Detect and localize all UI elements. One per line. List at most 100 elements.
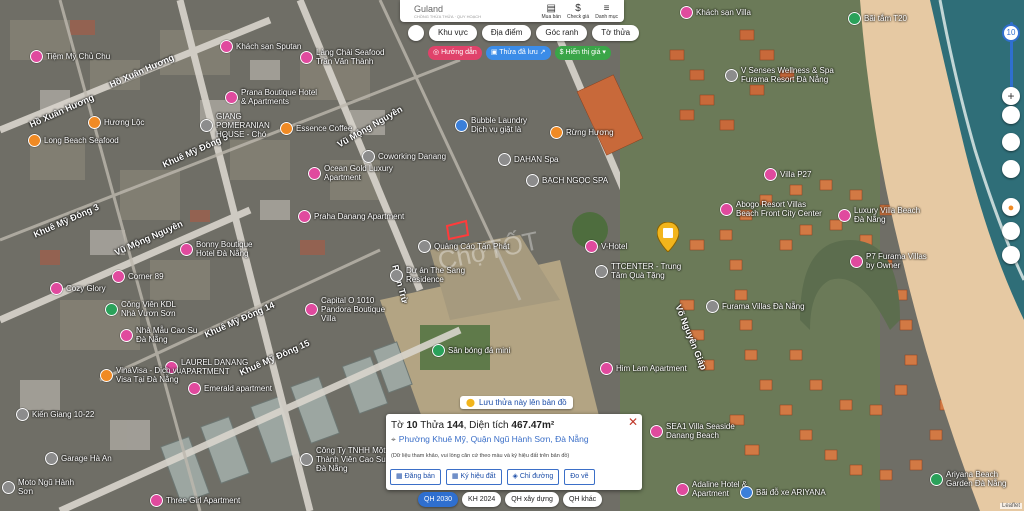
chip-area[interactable]: Khu vực: [429, 25, 477, 41]
tab-qh-2030[interactable]: QH 2030: [418, 492, 459, 507]
poi-marker[interactable]: Tiệm Mỳ Chủ Chu: [30, 50, 110, 63]
land-symbol-button[interactable]: ▦ Ký hiệu đất: [445, 469, 502, 485]
hotel-icon: [30, 50, 43, 63]
chip-place[interactable]: Địa điểm: [481, 25, 532, 41]
menu-check-price[interactable]: $ Check giá: [567, 3, 589, 20]
poi-marker[interactable]: Bubble Laundry Dịch vụ giặt là: [455, 116, 541, 134]
menu-categories[interactable]: ≡ Danh mục: [595, 3, 618, 20]
hotel-icon: [298, 210, 311, 223]
poi-marker[interactable]: Bãi đỗ xe ARIYANA: [740, 486, 826, 499]
gift-shop-icon: [595, 264, 608, 278]
hotel-icon: [706, 300, 719, 313]
layer-button-2[interactable]: [1002, 133, 1020, 151]
parking-icon: [740, 486, 753, 499]
location-icon: ⌖: [391, 434, 396, 444]
location-pin-icon[interactable]: [656, 221, 680, 257]
tab-qh-other[interactable]: QH khác: [562, 492, 603, 507]
poi-marker[interactable]: Nhà Mẫu Cao Su Đà Nẵng: [120, 326, 206, 344]
poi-marker[interactable]: V-Hotel: [585, 240, 627, 253]
brand-name: Guland: [414, 3, 444, 14]
post-sale-button[interactable]: ▦ Đăng bán: [390, 469, 441, 485]
logo[interactable]: Guland CHỒNG THỬA THỬA · QUY HOẠCH: [414, 4, 481, 19]
poi-marker[interactable]: VinaVisa - Dịch vụ Visa Tại Đà Nẵng: [100, 366, 196, 384]
measure-button[interactable]: Đo vẽ: [564, 469, 595, 485]
poi-marker[interactable]: Abogo Resort Villas Beach Front City Cen…: [720, 200, 826, 218]
poi-marker[interactable]: Him Lam Apartment: [600, 362, 687, 375]
saved-lots-button[interactable]: ▣ Thửa đã lưu ↗: [485, 46, 551, 60]
tab-qh-construction[interactable]: QH xây dựng: [505, 492, 559, 507]
poi-marker[interactable]: Ariyana Beach Garden Đà Nẵng: [930, 470, 1024, 488]
poi-marker[interactable]: Moto Ngũ Hành Sơn: [2, 478, 88, 496]
poi-marker[interactable]: Long Beach Seafood: [28, 134, 119, 147]
poi-marker[interactable]: Bãi tắm T20: [848, 12, 907, 25]
show-price-toggle[interactable]: $ Hiển thị giá ▾: [554, 46, 611, 60]
save-lot-button[interactable]: ⬤ Lưu thửa này lên bản đồ: [460, 396, 573, 409]
poi-marker[interactable]: Praha Danang Apartment: [298, 210, 404, 223]
poi-marker[interactable]: Kiến Giang 10-22: [16, 408, 94, 421]
hotel-icon: [225, 90, 238, 104]
external-link-icon: ↗: [537, 49, 546, 56]
hotel-icon: [720, 202, 733, 216]
poi-marker[interactable]: DAHAN Spa: [498, 153, 558, 166]
poi-marker[interactable]: Làng Chài Seafood Trần Văn Thành: [300, 48, 386, 66]
poi-marker[interactable]: Quảng Cáo Tấn Phát: [418, 240, 509, 253]
poi-marker[interactable]: Capital O 1010 Pandora Boutique Villa: [305, 296, 401, 323]
poi-marker[interactable]: Bonny Boutique Hotel Đà Nẵng: [180, 240, 266, 258]
poi-marker[interactable]: V Senses Wellness & Spa Furama Resort Đà…: [725, 66, 841, 84]
poi-marker[interactable]: Furama Villas Đà Nẵng: [706, 300, 805, 313]
dollar-icon: $: [575, 2, 581, 14]
layer-button-3[interactable]: [1002, 160, 1020, 178]
tab-kh-2024[interactable]: KH 2024: [462, 492, 502, 507]
poi-marker[interactable]: Công Ty TNHH Một Thành Viên Cao Su Đà Nẵ…: [300, 446, 396, 473]
poi-marker[interactable]: Coworking Danang: [362, 150, 446, 163]
hotel-icon: [50, 282, 63, 295]
poi-marker[interactable]: BẠCH NGỌC SPA: [526, 174, 608, 187]
directions-button[interactable]: ◈ Chỉ đường: [506, 469, 560, 485]
hotel-icon: [180, 242, 193, 256]
poi-marker[interactable]: Luxury Villa Beach Đà Nẵng: [838, 206, 924, 224]
poi-marker[interactable]: TTCENTER - Trung Tâm Quà Tặng: [595, 262, 691, 280]
location-toggle-button[interactable]: [408, 25, 424, 41]
poi-marker[interactable]: Prana Boutique Hotel & Apartments: [225, 88, 321, 106]
chip-corner[interactable]: Góc ranh: [536, 25, 588, 41]
poi-marker[interactable]: Hương Lộc: [88, 116, 144, 129]
poi-marker[interactable]: Ocean Gold Luxury Apartment: [308, 164, 394, 182]
park-icon: [105, 302, 118, 316]
poi-marker[interactable]: Rừng Hương: [550, 126, 614, 139]
poi-marker[interactable]: Garage Hà An: [45, 452, 112, 465]
top-bar: Guland CHỒNG THỬA THỬA · QUY HOẠCH ▤ Mua …: [400, 0, 624, 22]
poi-marker[interactable]: Emerald apartment: [188, 382, 272, 395]
poi-marker[interactable]: P7 Furama Villas by Owner: [850, 252, 936, 270]
poi-marker[interactable]: SEA1 Villa Seaside Danang Beach: [650, 422, 756, 440]
parcel-address[interactable]: ⌖ Phường Khuê Mỹ, Quận Ngũ Hành Sơn, Đà N…: [391, 434, 589, 445]
shop-icon: [418, 240, 431, 253]
poi-marker[interactable]: Sân bóng đá mini: [432, 344, 510, 357]
hotel-icon: [680, 6, 693, 19]
street-view-icon[interactable]: ●: [1002, 198, 1020, 216]
poi-marker[interactable]: Villa P27: [764, 168, 811, 181]
poi-marker[interactable]: Cozy Glory: [50, 282, 106, 295]
hotel-icon: [150, 494, 163, 507]
settings-button[interactable]: [1002, 246, 1020, 264]
attribution[interactable]: Leaflet: [999, 503, 1022, 509]
disclaimer: (Dữ liệu tham khảo, vui lòng căn cứ theo…: [391, 453, 570, 459]
plus-icon: +: [1007, 89, 1015, 103]
brand-tagline: CHỒNG THỬA THỬA · QUY HOẠCH: [414, 13, 482, 19]
poi-marker[interactable]: Three Girl Apartment: [150, 494, 240, 507]
close-icon[interactable]: ✕: [628, 415, 638, 429]
poi-marker[interactable]: Essence Coffee: [280, 122, 352, 135]
zoom-in-button[interactable]: +: [1002, 87, 1020, 105]
poi-marker[interactable]: Corner 89: [112, 270, 164, 283]
direction-icon: ◈: [512, 473, 520, 480]
poi-marker[interactable]: Khách sạn Villa: [680, 6, 751, 19]
poi-marker[interactable]: Khách sạn Sputan: [220, 40, 301, 53]
chip-sheet-lot[interactable]: Tờ thửa: [592, 25, 640, 41]
my-location-button[interactable]: [1002, 222, 1020, 240]
poi-marker[interactable]: Dự án The Sang Residence: [390, 266, 476, 284]
zoom-knob[interactable]: 10: [1002, 24, 1020, 42]
poi-marker[interactable]: Công Viên KDL Nhà Vươn Sơn: [105, 300, 191, 318]
layer-button-1[interactable]: [1002, 106, 1020, 124]
guide-button[interactable]: ◎ Hướng dẫn: [428, 46, 482, 60]
menu-buy-sell[interactable]: ▤ Mua bán: [542, 3, 561, 20]
food-icon: [28, 134, 41, 147]
